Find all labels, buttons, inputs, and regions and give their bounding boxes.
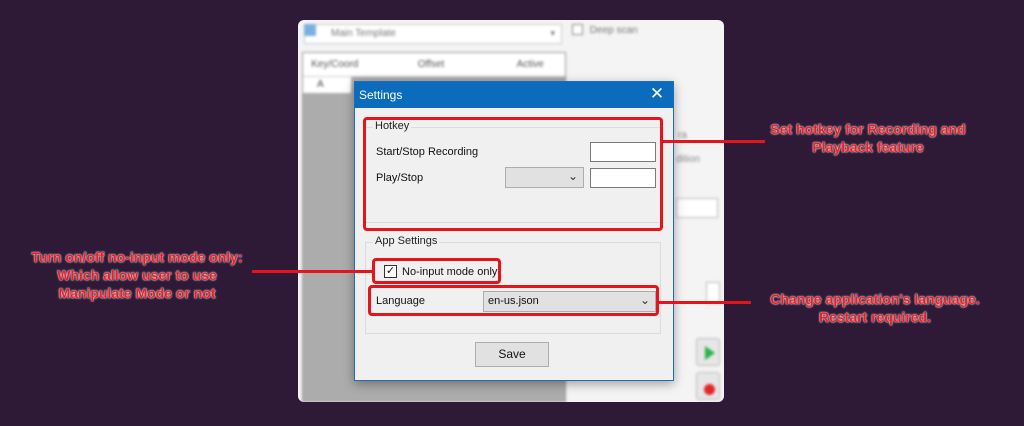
deep-scan-checkbox: Deep scan xyxy=(572,24,638,36)
close-icon[interactable]: ✕ xyxy=(643,82,671,108)
no-input-note: Turn on/off no-input mode only: Which al… xyxy=(31,249,243,301)
background-input xyxy=(676,198,718,218)
column-header-key: Key/Coord xyxy=(311,59,359,70)
save-button[interactable]: Save xyxy=(475,342,549,367)
language-connector-line xyxy=(659,301,751,304)
hotkey-note: Set hotkey for Recording and Playback fe… xyxy=(770,121,966,155)
template-combo: Main Template ▾ xyxy=(304,24,562,44)
no-input-connector-line xyxy=(252,270,372,273)
dialog-titlebar: Settings ✕ xyxy=(355,82,673,108)
no-input-highlight-box xyxy=(372,258,501,284)
chevron-down-icon: ▾ xyxy=(550,28,555,38)
key-table-header: Key/Coord Offset Active xyxy=(303,53,565,77)
column-header-active: Active xyxy=(516,59,544,70)
app-settings-group-legend: App Settings xyxy=(373,235,440,247)
table-row: A xyxy=(303,77,351,93)
deep-scan-label: Deep scan xyxy=(589,25,638,36)
hotkey-highlight-box xyxy=(363,117,663,231)
template-combo-value: Main Template xyxy=(331,28,396,39)
app-logo-icon xyxy=(304,24,316,36)
hotkey-connector-line xyxy=(663,140,765,143)
dialog-title: Settings xyxy=(359,88,403,102)
play-icon xyxy=(696,338,720,366)
deep-scan-box xyxy=(572,24,583,35)
column-header-offset: Offset xyxy=(417,59,445,70)
background-text: dition xyxy=(676,154,700,165)
record-icon xyxy=(696,372,720,400)
language-highlight-box xyxy=(368,285,659,316)
language-note: Change application's language. Restart r… xyxy=(770,291,980,325)
